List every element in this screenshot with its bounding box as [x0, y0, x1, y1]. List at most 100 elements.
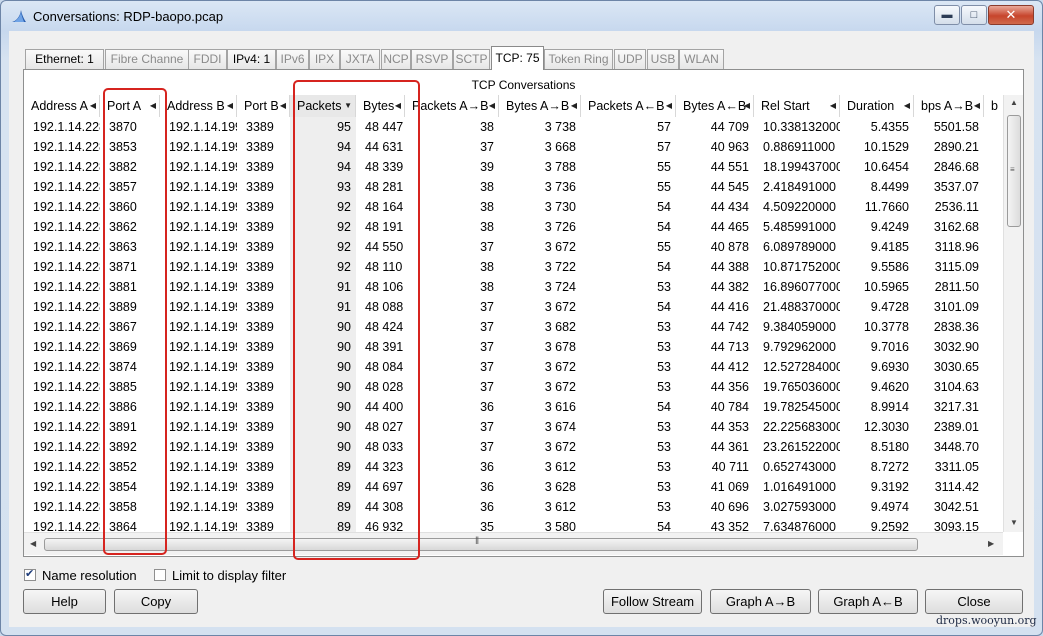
scroll-down-arrow-icon[interactable]: ▼ — [1010, 518, 1018, 527]
tab-ethernet-1[interactable]: Ethernet: 1 — [25, 49, 104, 69]
table-cell: 1.016491000 — [763, 480, 836, 494]
follow-stream-button[interactable]: Follow Stream — [603, 589, 702, 614]
column-header-label: Packets A←B — [588, 99, 665, 113]
table-cell: 192.1.14.228 — [33, 200, 100, 214]
column-header-7[interactable]: Packets A→B ◀ — [405, 95, 499, 117]
tab-udp[interactable]: UDP — [614, 49, 646, 69]
column-header-9[interactable]: Packets A←B ◀ — [581, 95, 676, 117]
table-row[interactable]: 192.1.14.228 3854 192.1.14.199 3389 89 44 697… — [24, 477, 1003, 497]
table-row[interactable]: 192.1.14.228 3871 192.1.14.199 3389 92 48 110… — [24, 257, 1003, 277]
table-row[interactable]: 192.1.14.228 3858 192.1.14.199 3389 89 44 308… — [24, 497, 1003, 517]
table-row[interactable]: 192.1.14.228 3864 192.1.14.199 3389 89 46 932… — [24, 517, 1003, 532]
table-cell: 3 612 — [544, 500, 576, 514]
table-cell: 3030.65 — [933, 360, 979, 374]
table-row[interactable]: 192.1.14.228 3881 192.1.14.199 3389 91 48 106… — [24, 277, 1003, 297]
table-cell: 46 932 — [365, 520, 404, 532]
column-header-6[interactable]: Bytes ◀ — [356, 95, 405, 117]
table-row[interactable]: 192.1.14.228 3853 192.1.14.199 3389 94 44 631… — [24, 137, 1003, 157]
tab-sctp[interactable]: SCTP — [453, 49, 490, 69]
limit-filter-option[interactable]: Limit to display filter — [154, 567, 286, 583]
scroll-left-arrow-icon[interactable]: ◀ — [30, 539, 36, 548]
table-row[interactable]: 192.1.14.228 3860 192.1.14.199 3389 92 48 164… — [24, 197, 1003, 217]
table-cell: 3 580 — [544, 520, 576, 532]
column-header-11[interactable]: Rel Start ◀ — [754, 95, 840, 117]
tab-fddi[interactable]: FDDI — [188, 49, 227, 69]
help-button[interactable]: Help — [23, 589, 106, 614]
scroll-up-arrow-icon[interactable]: ▲ — [1010, 98, 1018, 107]
horizontal-scrollbar[interactable]: ◀ ‖ ▶ — [24, 532, 1003, 555]
table-cell: 192.1.14.199 — [169, 420, 237, 434]
table-cell: 6.089789000 — [763, 240, 836, 254]
tab-fibre-channe[interactable]: Fibre Channe — [105, 49, 189, 69]
column-header-12[interactable]: Duration ◀ — [840, 95, 914, 117]
column-header-1[interactable]: Address A ◀ — [24, 95, 100, 117]
window-close-button[interactable]: ✕ — [988, 5, 1034, 25]
table-row[interactable]: 192.1.14.228 3874 192.1.14.199 3389 90 48 084… — [24, 357, 1003, 377]
column-header-4[interactable]: Port B ◀ — [237, 95, 290, 117]
tab-ipv6[interactable]: IPv6 — [276, 49, 309, 69]
table-row[interactable]: 192.1.14.228 3863 192.1.14.199 3389 92 44 550… — [24, 237, 1003, 257]
horizontal-scroll-thumb[interactable]: ‖ — [44, 536, 918, 551]
maximize-button[interactable]: □ — [961, 5, 987, 25]
table-row[interactable]: 192.1.14.228 3867 192.1.14.199 3389 90 48 424… — [24, 317, 1003, 337]
table-cell: 44 545 — [710, 180, 749, 194]
table-cell: 192.1.14.228 — [33, 240, 100, 254]
column-header-14[interactable]: b◀ — [984, 95, 1003, 117]
column-header-3[interactable]: Address B ◀ — [160, 95, 237, 117]
graph-b-to-a-button[interactable]: Graph A←B — [818, 589, 918, 614]
table-row[interactable]: 192.1.14.228 3870 192.1.14.199 3389 95 48 447… — [24, 117, 1003, 137]
tab-ncp[interactable]: NCP — [381, 49, 411, 69]
graph-a-to-b-button[interactable]: Graph A→B — [710, 589, 811, 614]
tab-rsvp[interactable]: RSVP — [411, 49, 453, 69]
limit-display-filter-checkbox[interactable] — [154, 569, 166, 581]
table-cell: 3863 — [109, 240, 137, 254]
table-cell: 3870 — [109, 120, 137, 134]
tab-token-ring[interactable]: Token Ring — [544, 49, 613, 69]
table-row[interactable]: 192.1.14.228 3885 192.1.14.199 3389 90 48 028… — [24, 377, 1003, 397]
table-cell: 3 682 — [544, 320, 576, 334]
scroll-right-arrow-icon[interactable]: ▶ — [988, 539, 994, 548]
table-title: TCP Conversations — [471, 78, 576, 92]
title-bar[interactable]: Conversations: RDP-baopo.pcap ▬ □ ✕ — [1, 1, 1042, 31]
vertical-scroll-thumb[interactable]: ≡ — [1007, 115, 1021, 227]
column-header-8[interactable]: Bytes A→B ◀ — [499, 95, 581, 117]
tab-wlan[interactable]: WLAN — [679, 49, 724, 69]
table-cell: 9.4185 — [870, 240, 909, 254]
vertical-scrollbar[interactable]: ▲ ≡ ▼ — [1003, 95, 1023, 532]
tab-ipv4-1[interactable]: IPv4: 1 — [227, 49, 276, 69]
minimize-button[interactable]: ▬ — [934, 5, 960, 25]
table-row[interactable]: 192.1.14.228 3886 192.1.14.199 3389 90 44 400… — [24, 397, 1003, 417]
table-row[interactable]: 192.1.14.228 3892 192.1.14.199 3389 90 48 033… — [24, 437, 1003, 457]
table-row[interactable]: 192.1.14.228 3852 192.1.14.199 3389 89 44 323… — [24, 457, 1003, 477]
table-row[interactable]: 192.1.14.228 3882 192.1.14.199 3389 94 48 339… — [24, 157, 1003, 177]
close-button[interactable]: Close — [925, 589, 1023, 614]
maximize-icon: □ — [970, 9, 978, 21]
table-cell: 37 — [480, 360, 494, 374]
table-row[interactable]: 192.1.14.228 3869 192.1.14.199 3389 90 48 391… — [24, 337, 1003, 357]
column-header-10[interactable]: Bytes A←B ◀ — [676, 95, 754, 117]
column-header-13[interactable]: bps A→B ◀ — [914, 95, 984, 117]
table-cell: 3118.96 — [934, 240, 979, 254]
column-header-5[interactable]: Packets ▼ — [290, 95, 356, 117]
column-header-2[interactable]: Port A ◀ — [100, 95, 160, 117]
tab-jxta[interactable]: JXTA — [340, 49, 380, 69]
table-cell: 3101.09 — [933, 300, 979, 314]
table-row[interactable]: 192.1.14.228 3889 192.1.14.199 3389 91 48 088… — [24, 297, 1003, 317]
table-row[interactable]: 192.1.14.228 3891 192.1.14.199 3389 90 48 027… — [24, 417, 1003, 437]
table-cell: 44 713 — [710, 340, 749, 354]
table-cell: 192.1.14.228 — [33, 280, 100, 294]
tab-ipx[interactable]: IPX — [309, 49, 340, 69]
table-cell: 44 400 — [365, 400, 404, 414]
tab-tcp-75[interactable]: TCP: 75 — [491, 46, 544, 70]
table-cell: 3389 — [246, 400, 274, 414]
table-cell: 44 308 — [365, 500, 404, 514]
table-cell: 48 424 — [365, 320, 404, 334]
name-resolution-option[interactable]: Name resolution — [24, 567, 137, 583]
table-row[interactable]: 192.1.14.228 3862 192.1.14.199 3389 92 48 191… — [24, 217, 1003, 237]
table-cell: 3389 — [246, 240, 274, 254]
table-cell: 4.509220000 — [763, 200, 836, 214]
name-resolution-checkbox[interactable] — [24, 567, 36, 581]
copy-button[interactable]: Copy — [114, 589, 198, 614]
table-row[interactable]: 192.1.14.228 3857 192.1.14.199 3389 93 48 281… — [24, 177, 1003, 197]
tab-usb[interactable]: USB — [647, 49, 679, 69]
